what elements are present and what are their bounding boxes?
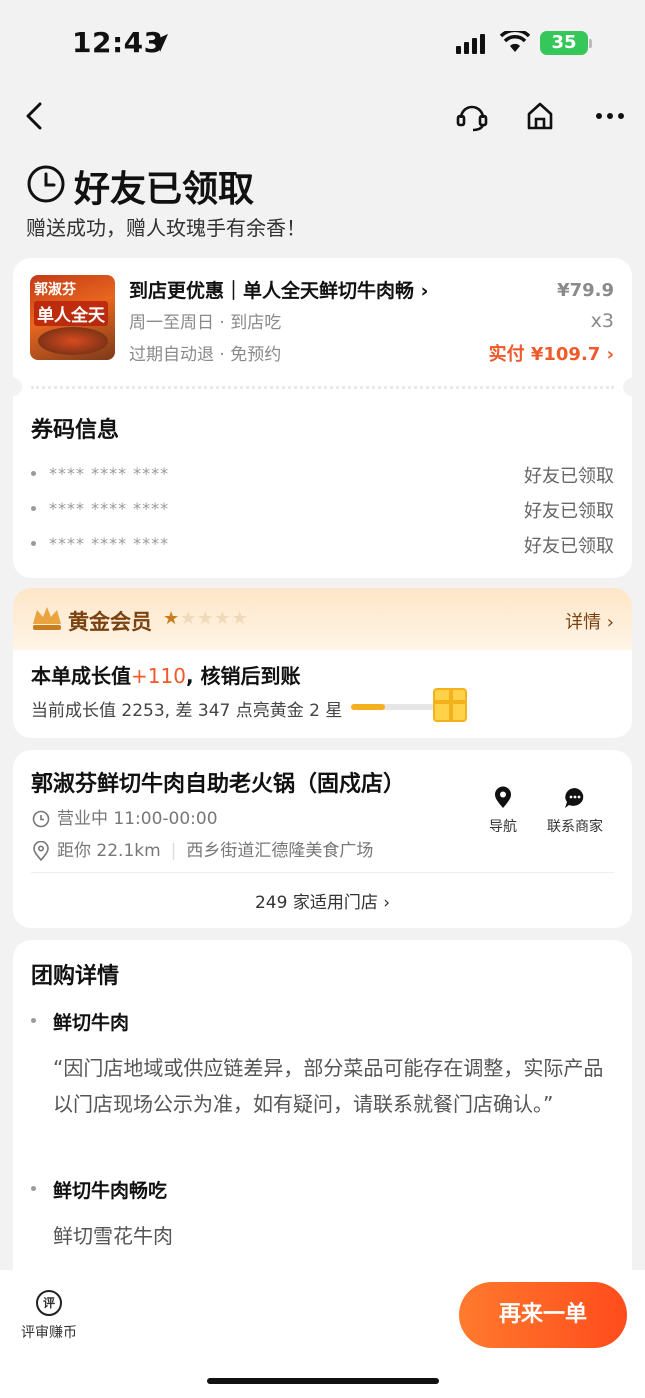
product-policy: 过期自动退 · 免预约 [129,345,282,365]
home-button[interactable] [520,96,560,136]
voucher-row: **** **** **** 好友已领取 [31,497,614,522]
signal-icon [456,34,485,54]
voucher-section-title: 券码信息 [31,418,120,443]
product-price: ¥79.9 [557,280,614,301]
group-detail-card: 团购详情 鲜切牛肉 “因门店地域或供应链差异，部分菜品可能存在调整，实际产品以门… [13,940,632,1280]
chat-icon [565,788,584,808]
headset-icon [456,105,488,132]
growth-prefix: 本单成长值 [31,664,131,688]
navigate-button[interactable]: 导航 [468,786,538,836]
status-bar: 12:43 35 [0,0,645,88]
clock-icon [32,810,50,828]
battery-cap [589,39,592,48]
growth-value: +110 [131,664,186,688]
contact-merchant-button[interactable]: 联系商家 [540,786,610,836]
voucher-row: **** **** **** 好友已领取 [31,462,614,487]
crown-icon [33,607,61,630]
star-icon: ★ [214,608,232,629]
more-icon [596,113,624,119]
review-label: 评审赚币 [21,1325,77,1341]
bullet [31,1018,36,1023]
voucher-status: 好友已领取 [524,536,614,557]
product-name-link[interactable]: 到店更优惠｜单人全天鲜切牛肉畅 › [129,276,428,303]
divider-notch-left [4,378,22,396]
hotpot-graphic [38,327,108,355]
detail-item-desc: “因门店地域或供应链差异，部分菜品可能存在调整，实际产品以门店现场公示为准，如有… [53,1056,604,1116]
product-quantity: x3 [590,310,614,332]
location-pin-icon [33,841,49,861]
location-arrow-icon [150,34,168,52]
gift-icon[interactable] [433,688,467,722]
member-card: 黄金会员 ★★★★★ 详情 › 本单成长值+110, 核销后到账 当前成长值 2… [13,588,632,738]
growth-line: 本单成长值+110, 核销后到账 [31,660,301,689]
navigation-icon [495,786,511,808]
voucher-status: 好友已领取 [524,466,614,487]
review-icon: 评 [36,1290,62,1316]
current-growth: 当前成长值 2253, 差 347 点亮黄金 2 星 [31,701,343,721]
store-location-row: 距你 22.1km | 西乡街道汇德隆美食广场 [31,836,373,861]
detail-item-name: 鲜切牛肉畅吃 [53,1180,168,1202]
clock-icon [27,165,65,203]
home-icon [527,102,553,130]
voucher-code: **** **** **** [49,534,170,553]
contact-label: 联系商家 [547,819,603,835]
home-indicator [207,1378,439,1384]
bullet [31,506,36,511]
paid-amount-link[interactable]: 实付 ¥109.7 › [489,340,614,366]
wifi-icon [500,31,530,52]
more-button[interactable] [590,96,630,136]
member-details-link[interactable]: 详情 › [565,608,614,634]
growth-progress-fill [351,704,385,710]
store-name[interactable]: 郭淑芬鲜切牛肉自助老火锅（固戍店） [31,766,405,798]
order-again-button[interactable]: 再来一单 [459,1282,627,1348]
store-hours: 营业中 11:00-00:00 [57,809,218,829]
detail-item-desc: 鲜切雪花牛肉 [53,1224,173,1248]
member-level: 黄金会员 [68,610,152,634]
nav-bar [0,88,645,144]
product-image-badge: 单人全天 [34,301,108,326]
group-detail-title: 团购详情 [31,964,120,989]
store-address: 西乡街道汇德隆美食广场 [186,841,374,861]
applicable-stores-link[interactable]: 249 家适用门店 › [13,888,632,913]
star-icon: ★ [231,608,249,629]
product-schedule: 周一至周日 · 到店吃 [129,313,282,333]
review-earn-button[interactable]: 评 评审赚币 [18,1290,80,1342]
back-button[interactable] [14,96,54,136]
store-card: 郭淑芬鲜切牛肉自助老火锅（固戍店） 营业中 11:00-00:00 距你 22.… [13,750,632,928]
battery-icon: 35 [540,31,588,55]
chevron-left-icon [26,102,42,130]
growth-suffix: , 核销后到账 [185,664,301,688]
order-card: 郭淑芬 单人全天 到店更优惠｜单人全天鲜切牛肉畅 › 周一至周日 · 到店吃 过… [4,258,641,578]
member-stars: ★★★★★ [163,608,249,629]
product-image-brand: 郭淑芬 [34,282,76,298]
voucher-code: **** **** **** [49,499,170,518]
bullet [31,1186,36,1191]
bullet [31,541,36,546]
page-subtitle: 赠送成功，赠人玫瑰手有余香！ [26,216,306,240]
store-hours-row: 营业中 11:00-00:00 [31,804,218,829]
divider-notch-right [623,378,641,396]
store-distance: 距你 22.1km [57,841,161,861]
customer-service-button[interactable] [452,96,492,136]
growth-progress [351,704,435,710]
divider [31,386,614,389]
star-icon: ★ [163,608,181,629]
detail-item-name: 鲜切牛肉 [53,1012,130,1034]
bullet [31,471,36,476]
star-icon: ★ [197,608,215,629]
voucher-status: 好友已领取 [524,501,614,522]
product-image[interactable]: 郭淑芬 单人全天 [30,275,115,360]
voucher-row: **** **** **** 好友已领取 [31,532,614,557]
divider [31,872,614,873]
navigate-label: 导航 [489,819,517,835]
voucher-code: **** **** **** [49,464,170,483]
star-icon: ★ [180,608,198,629]
page-title: 好友已领取 [74,169,255,210]
